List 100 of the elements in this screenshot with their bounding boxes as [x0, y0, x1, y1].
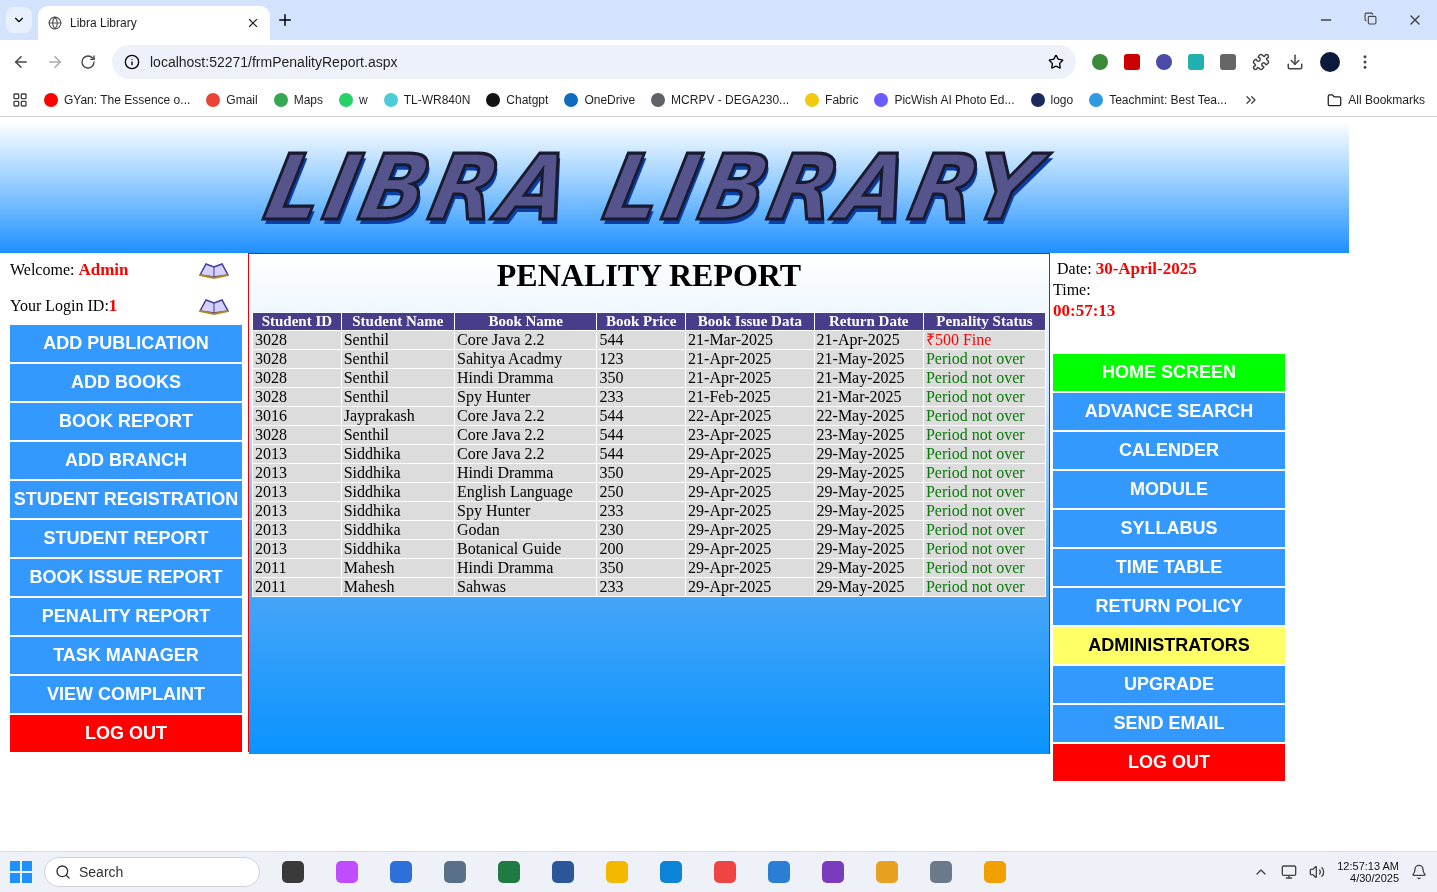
- menu-button[interactable]: SYLLABUS: [1053, 510, 1285, 547]
- menu-button[interactable]: ADD PUBLICATION: [10, 325, 242, 362]
- windows-logo-icon[interactable]: [10, 861, 32, 883]
- puzzle-icon[interactable]: [1252, 53, 1270, 71]
- menu-button[interactable]: TASK MANAGER: [10, 637, 242, 674]
- column-header: Book Price: [597, 313, 686, 330]
- menu-button[interactable]: RETURN POLICY: [1053, 588, 1285, 625]
- table-cell: Sahwas: [455, 578, 597, 596]
- menu-button[interactable]: ADVANCE SEARCH: [1053, 393, 1285, 430]
- table-cell: 350: [597, 369, 686, 387]
- menu-button[interactable]: ADMINISTRATORS: [1053, 627, 1285, 664]
- table-cell: 233: [597, 502, 686, 520]
- volume-icon[interactable]: [1309, 864, 1326, 880]
- status-cell: Period not over: [923, 407, 1045, 425]
- bookmark-link[interactable]: GYan: The Essence o...: [44, 93, 191, 107]
- status-cell: Period not over: [923, 483, 1045, 501]
- menu-button[interactable]: SEND EMAIL: [1053, 705, 1285, 742]
- menu-button[interactable]: ADD BRANCH: [10, 442, 242, 479]
- bookmark-link[interactable]: w: [339, 93, 368, 107]
- table-cell: 21-Apr-2025: [686, 369, 814, 387]
- download-icon[interactable]: [1286, 53, 1304, 71]
- bookmark-link[interactable]: Maps: [273, 93, 323, 107]
- bookmark-link[interactable]: PicWish AI Photo Ed...: [874, 93, 1015, 107]
- folder-icon: [1327, 92, 1343, 108]
- table-cell: 29-Apr-2025: [686, 559, 814, 577]
- menu-button[interactable]: ADD BOOKS: [10, 364, 242, 401]
- table-cell: 29-Apr-2025: [686, 464, 814, 482]
- apps-grid-icon[interactable]: [12, 92, 28, 108]
- restore-icon[interactable]: [1364, 12, 1377, 25]
- bookmark-link[interactable]: Teachmint: Best Tea...: [1089, 93, 1228, 107]
- status-cell: Period not over: [923, 521, 1045, 539]
- star-icon[interactable]: [1048, 54, 1064, 70]
- all-bookmarks-link[interactable]: All Bookmarks: [1327, 92, 1425, 108]
- back-icon[interactable]: [12, 53, 30, 71]
- search-icon: [55, 864, 71, 880]
- menu-button[interactable]: STUDENT REGISTRATION: [10, 481, 242, 518]
- new-tab-icon[interactable]: [276, 11, 294, 29]
- table-cell: 23-May-2025: [814, 426, 923, 444]
- app-icon[interactable]: [444, 861, 466, 883]
- menu-button[interactable]: LOG OUT: [1053, 744, 1285, 781]
- table-cell: 2013: [253, 445, 341, 463]
- app-icon[interactable]: [498, 861, 520, 883]
- table-cell: Mahesh: [341, 578, 454, 596]
- table-cell: 21-Apr-2025: [686, 350, 814, 368]
- app-icon[interactable]: [822, 861, 844, 883]
- menu-button[interactable]: BOOK ISSUE REPORT: [10, 559, 242, 596]
- menu-button[interactable]: CALENDER: [1053, 432, 1285, 469]
- table-cell: 544: [597, 426, 686, 444]
- table-cell: 200: [597, 540, 686, 558]
- table-cell: 544: [597, 407, 686, 425]
- app-icon[interactable]: [390, 861, 412, 883]
- bookmark-link[interactable]: Gmail: [206, 93, 258, 107]
- address-bar[interactable]: localhost:52271/frmPenalityReport.aspx: [112, 45, 1076, 79]
- bookmark-link[interactable]: TL-WR840N: [383, 93, 471, 107]
- profile-avatar[interactable]: [1320, 52, 1340, 72]
- table-cell: 21-Mar-2025: [686, 331, 814, 349]
- table-cell: 2013: [253, 540, 341, 558]
- column-header: Penality Status: [923, 313, 1045, 330]
- table-cell: Core Java 2.2: [455, 426, 597, 444]
- app-icon[interactable]: [552, 861, 574, 883]
- app-icon[interactable]: [282, 861, 304, 883]
- menu-button[interactable]: PENALITY REPORT: [10, 598, 242, 635]
- menu-button[interactable]: UPGRADE: [1053, 666, 1285, 703]
- menu-button[interactable]: LOG OUT: [10, 715, 242, 752]
- bookmark-link[interactable]: MCRPV - DEGA230...: [651, 93, 790, 107]
- extension-icon[interactable]: [1092, 54, 1108, 70]
- status-cell: Period not over: [923, 540, 1045, 558]
- menu-button[interactable]: BOOK REPORT: [10, 403, 242, 440]
- table-cell: Hindi Dramma: [455, 369, 597, 387]
- table-cell: Sahitya Acadmy: [455, 350, 597, 368]
- bookmark-link[interactable]: Fabric: [805, 93, 859, 107]
- bookmark-link[interactable]: logo: [1030, 93, 1074, 107]
- menu-button[interactable]: MODULE: [1053, 471, 1285, 508]
- table-cell: 3028: [253, 369, 341, 387]
- table-cell: 233: [597, 578, 686, 596]
- search-field[interactable]: Search: [44, 857, 260, 887]
- extension-icon[interactable]: [1156, 54, 1172, 70]
- clock[interactable]: 12:57:13 AM 4/30/2025: [1337, 860, 1399, 884]
- menu-button[interactable]: STUDENT REPORT: [10, 520, 242, 557]
- reload-icon[interactable]: [80, 54, 96, 70]
- table-cell: 2013: [253, 464, 341, 482]
- browser-tab[interactable]: Libra Library: [38, 6, 270, 40]
- status-cell: Period not over: [923, 559, 1045, 577]
- bookmark-link[interactable]: OneDrive: [564, 93, 636, 107]
- table-cell: Botanical Guide: [455, 540, 597, 558]
- table-cell: Hindi Dramma: [455, 559, 597, 577]
- notification-icon[interactable]: [1411, 864, 1427, 880]
- table-cell: 21-Feb-2025: [686, 388, 814, 406]
- menu-button[interactable]: VIEW COMPLAINT: [10, 676, 242, 713]
- table-cell: 230: [597, 521, 686, 539]
- bookmark-link[interactable]: Chatgpt: [486, 93, 549, 107]
- table-cell: Siddhika: [341, 502, 454, 520]
- close-icon[interactable]: [246, 16, 260, 30]
- table-cell: 350: [597, 559, 686, 577]
- column-header: Student Name: [341, 313, 454, 330]
- table-cell: Godan: [455, 521, 597, 539]
- menu-button[interactable]: TIME TABLE: [1053, 549, 1285, 586]
- welcome-text: Welcome: Admin: [10, 260, 129, 280]
- table-cell: 21-May-2025: [814, 350, 923, 368]
- tab-list-button[interactable]: [6, 7, 32, 33]
